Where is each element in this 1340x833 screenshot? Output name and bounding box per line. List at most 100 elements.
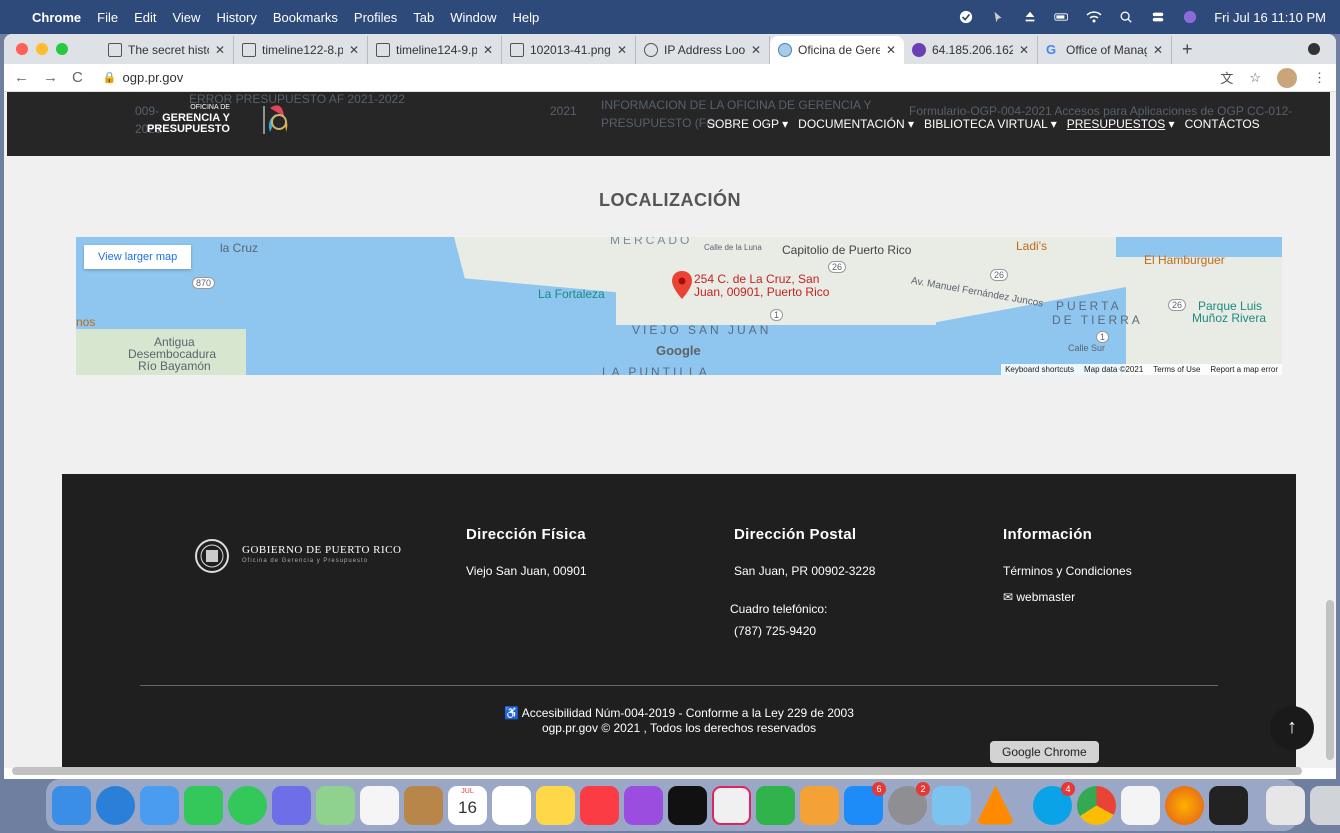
menu-app-name[interactable]: Chrome bbox=[32, 10, 81, 25]
spotlight-search-icon[interactable] bbox=[1118, 10, 1134, 24]
tab-search-icon[interactable] bbox=[1308, 43, 1320, 55]
location-pin-icon[interactable] bbox=[672, 271, 692, 299]
ogp-logo-text[interactable]: OFICINA DE GERENCIA Y PRESUPUESTO bbox=[147, 102, 230, 135]
menu-window[interactable]: Window bbox=[450, 10, 496, 25]
tab-3[interactable]: timeline124-9.p ✕ bbox=[368, 36, 502, 64]
checkmark-status-icon[interactable] bbox=[958, 10, 974, 24]
menu-kebab-icon[interactable]: ⋮ bbox=[1313, 70, 1326, 86]
mail-icon[interactable] bbox=[140, 785, 179, 825]
wifi-icon[interactable] bbox=[1086, 10, 1102, 24]
nav-biblioteca-virtual[interactable]: BIBLIOTECA VIRTUAL ▾ bbox=[924, 117, 1057, 131]
contacts-icon[interactable] bbox=[404, 785, 443, 825]
new-tab-button[interactable]: + bbox=[1172, 39, 1203, 64]
google-logo: Google bbox=[656, 343, 701, 358]
chrome-icon[interactable] bbox=[1077, 785, 1116, 825]
close-tab-icon[interactable]: ✕ bbox=[215, 43, 225, 57]
messages-icon[interactable] bbox=[228, 785, 267, 825]
firefox-icon[interactable] bbox=[1165, 785, 1204, 825]
control-center-icon[interactable] bbox=[1150, 10, 1166, 24]
translate-icon[interactable]: 文 bbox=[1220, 68, 1233, 87]
map-report-error-link[interactable]: Report a map error bbox=[1210, 365, 1278, 374]
nav-presupuestos[interactable]: PRESUPUESTOS ▾ bbox=[1067, 117, 1175, 131]
close-window-button[interactable] bbox=[16, 43, 28, 55]
menu-history[interactable]: History bbox=[216, 10, 256, 25]
menu-bookmarks[interactable]: Bookmarks bbox=[273, 10, 338, 25]
footer-terms-link[interactable]: Términos y Condiciones bbox=[1003, 564, 1132, 578]
menu-tab[interactable]: Tab bbox=[413, 10, 434, 25]
footer-phone[interactable]: (787) 725-9420 bbox=[734, 624, 816, 638]
numbers-icon[interactable] bbox=[756, 785, 795, 825]
facetime-icon[interactable] bbox=[184, 785, 223, 825]
tab-7[interactable]: 64.185.206.162 ✕ bbox=[904, 36, 1038, 64]
tab-8[interactable]: G Office of Manag ✕ bbox=[1038, 36, 1172, 64]
calendar-icon[interactable]: JUL 16 bbox=[448, 785, 487, 825]
nav-documentacion[interactable]: DOCUMENTACIÓN ▾ bbox=[798, 117, 914, 131]
apple-tv-icon[interactable] bbox=[668, 785, 707, 825]
siri-icon[interactable] bbox=[1182, 10, 1198, 24]
nav-contactos[interactable]: CONTÁCTOS bbox=[1185, 117, 1260, 131]
map-keyboard-shortcuts[interactable]: Keyboard shortcuts bbox=[1005, 365, 1074, 374]
menu-file[interactable]: File bbox=[97, 10, 118, 25]
forward-button[interactable]: → bbox=[43, 69, 58, 86]
maps-icon[interactable] bbox=[316, 785, 355, 825]
tab-5[interactable]: IP Address Look ✕ bbox=[636, 36, 770, 64]
profile-avatar[interactable] bbox=[1277, 67, 1297, 88]
close-tab-icon[interactable]: ✕ bbox=[1153, 43, 1163, 57]
preview-icon[interactable] bbox=[932, 785, 971, 825]
downloads-stack-icon[interactable] bbox=[1266, 785, 1305, 825]
close-tab-icon[interactable]: ✕ bbox=[751, 43, 761, 57]
system-preferences-icon[interactable]: 2 bbox=[888, 781, 930, 825]
zoom-window-button[interactable] bbox=[56, 43, 68, 55]
map-terms-link[interactable]: Terms of Use bbox=[1153, 365, 1200, 374]
music-icon[interactable] bbox=[580, 785, 619, 825]
vlc-icon[interactable] bbox=[976, 785, 1015, 825]
tab-1[interactable]: The secret histo ✕ bbox=[100, 36, 234, 64]
tabs: The secret histo ✕ timeline122-8.p ✕ timel… bbox=[100, 34, 1203, 64]
tab-4[interactable]: 102013-41.png ✕ bbox=[502, 36, 636, 64]
bookmark-star-icon[interactable]: ☆ bbox=[1249, 70, 1261, 86]
menu-help[interactable]: Help bbox=[513, 10, 540, 25]
ogp-logo-icon[interactable] bbox=[262, 102, 292, 138]
menu-view[interactable]: View bbox=[172, 10, 200, 25]
vertical-scrollbar[interactable] bbox=[1326, 600, 1334, 760]
close-tab-icon[interactable]: ✕ bbox=[349, 43, 359, 57]
notes-icon[interactable] bbox=[536, 785, 575, 825]
footer-webmaster-link[interactable]: ✉ webmaster bbox=[1003, 590, 1075, 604]
finder-icon[interactable] bbox=[52, 785, 91, 825]
photos-icon[interactable] bbox=[360, 785, 399, 825]
terminal-icon[interactable] bbox=[1209, 785, 1248, 825]
minimize-window-button[interactable] bbox=[36, 43, 48, 55]
back-button[interactable]: ← bbox=[14, 69, 29, 86]
nav-sobre-ogp[interactable]: SOBRE OGP ▾ bbox=[707, 117, 788, 131]
news-icon[interactable] bbox=[712, 785, 751, 825]
menubar-clock[interactable]: Fri Jul 16 11:10 PM bbox=[1214, 10, 1326, 25]
reload-button[interactable]: C bbox=[72, 69, 83, 86]
close-tab-icon[interactable]: ✕ bbox=[617, 43, 627, 57]
skype-icon[interactable]: 4 bbox=[1033, 781, 1075, 825]
battery-icon[interactable] bbox=[1054, 10, 1070, 24]
footer-accessibility-text[interactable]: Accesibilidad Núm-004-2019 - Conforme a … bbox=[522, 706, 854, 720]
scroll-to-top-button[interactable]: ↑ bbox=[1270, 706, 1314, 750]
horizontal-scrollbar[interactable] bbox=[12, 767, 1302, 775]
close-tab-icon[interactable]: ✕ bbox=[886, 43, 896, 57]
pages-icon[interactable] bbox=[800, 785, 839, 825]
trash-icon[interactable] bbox=[1310, 785, 1340, 825]
app-store-icon[interactable]: 6 bbox=[844, 781, 886, 825]
close-tab-icon[interactable]: ✕ bbox=[483, 43, 493, 57]
podcasts-icon[interactable] bbox=[624, 785, 663, 825]
tab-6-active[interactable]: Oficina de Gere ✕ bbox=[770, 36, 904, 64]
launchpad-icon[interactable] bbox=[272, 785, 311, 825]
lock-icon[interactable]: 🔒 bbox=[103, 71, 117, 84]
view-larger-map-link[interactable]: View larger map bbox=[84, 245, 192, 269]
close-tab-icon[interactable]: ✕ bbox=[1019, 43, 1029, 57]
embedded-map[interactable]: View larger map la Cruz 870 nos Antigua … bbox=[76, 237, 1282, 375]
reminders-icon[interactable] bbox=[492, 785, 531, 825]
menu-edit[interactable]: Edit bbox=[134, 10, 156, 25]
address-bar[interactable]: ogp.pr.gov bbox=[123, 70, 184, 85]
tab-2[interactable]: timeline122-8.p ✕ bbox=[234, 36, 368, 64]
upload-status-icon[interactable] bbox=[1022, 10, 1038, 24]
textedit-document-icon[interactable] bbox=[1121, 785, 1160, 825]
cursor-status-icon[interactable] bbox=[990, 10, 1006, 24]
menu-profiles[interactable]: Profiles bbox=[354, 10, 397, 25]
safari-icon[interactable] bbox=[96, 785, 135, 825]
